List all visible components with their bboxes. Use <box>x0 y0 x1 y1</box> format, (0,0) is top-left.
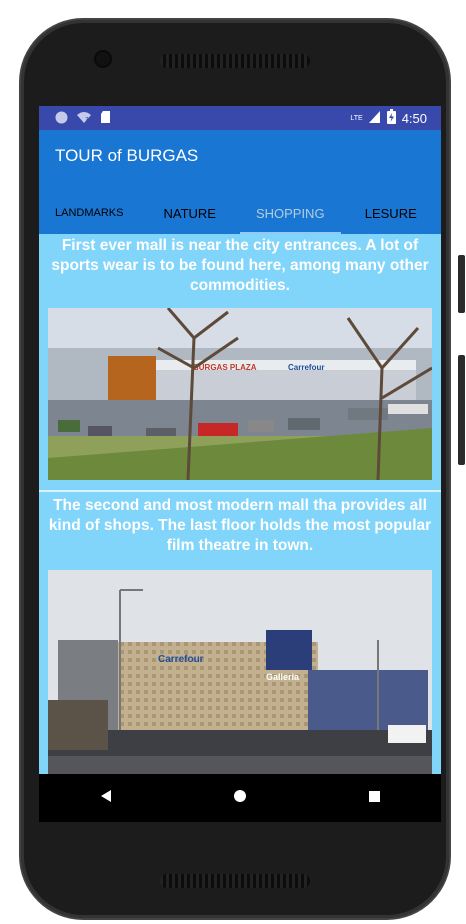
tab-lesure[interactable]: LESURE <box>341 192 442 234</box>
clock: 4:50 <box>401 110 427 126</box>
back-triangle-icon[interactable] <box>86 789 126 808</box>
navigation-bar <box>39 774 441 822</box>
earpiece-speaker <box>160 54 310 68</box>
screen: ? LTE 4:50 TOUR of BURGAS LANDMARKS NATU… <box>39 106 441 822</box>
recents-square-icon[interactable] <box>354 789 394 808</box>
front-camera <box>96 52 110 66</box>
battery-icon <box>386 109 396 127</box>
sign-galleria: Galleria <box>266 672 300 682</box>
app-title: TOUR of BURGAS <box>55 146 199 165</box>
network-label: LTE <box>350 114 363 122</box>
tab-nature[interactable]: NATURE <box>140 192 241 234</box>
item-description: The second and most modern mall tha prov… <box>48 497 432 554</box>
svg-text:?: ? <box>85 116 89 124</box>
sign-carrefour-2: Carrefour <box>158 654 204 665</box>
mall-photo-galleria: Carrefour Galleria <box>48 570 432 774</box>
mall-photo-burgas-plaza: BURGAS PLAZA Carrefour <box>48 308 432 480</box>
wifi-icon: ? <box>76 110 92 129</box>
power-button <box>458 255 465 313</box>
home-circle-icon[interactable] <box>220 789 260 808</box>
shopping-list[interactable]: First ever mall is near the city entranc… <box>39 234 441 774</box>
circle-icon <box>55 111 68 129</box>
tab-bar: LANDMARKS NATURE SHOPPING LESURE <box>39 192 441 234</box>
signal-icon <box>368 110 381 127</box>
volume-button <box>458 355 465 465</box>
tab-landmarks[interactable]: LANDMARKS <box>39 192 140 234</box>
sign-carrefour-1: Carrefour <box>288 363 324 372</box>
app-bar: TOUR of BURGAS LANDMARKS NATURE SHOPPING… <box>39 130 441 234</box>
item-description: First ever mall is near the city entranc… <box>51 237 429 294</box>
item-divider <box>39 490 441 492</box>
sd-card-icon <box>100 110 111 129</box>
status-bar: ? LTE 4:50 <box>39 106 441 130</box>
sign-burgas-plaza: BURGAS PLAZA <box>193 363 257 372</box>
tab-shopping[interactable]: SHOPPING <box>240 192 341 234</box>
bottom-speaker <box>160 874 310 888</box>
